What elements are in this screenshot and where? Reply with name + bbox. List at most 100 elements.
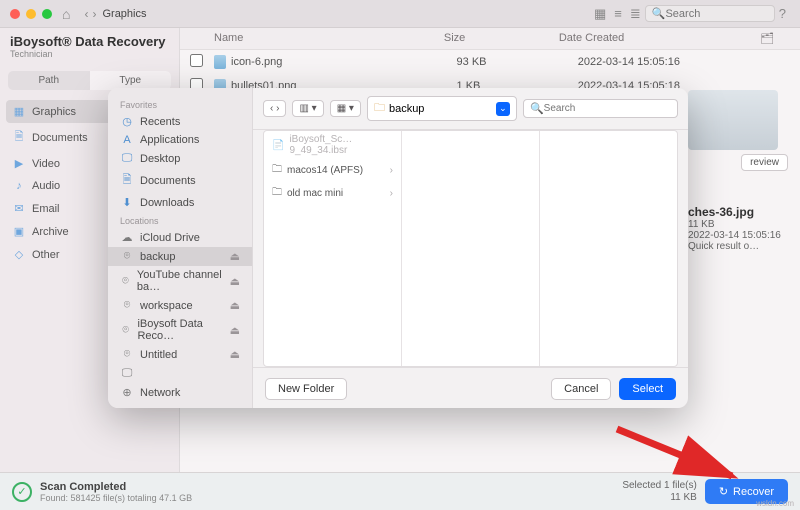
sidebar-item[interactable]: ⌾ YouTube channel ba… ⏏ (108, 266, 252, 296)
sheet-main: ‹ › ▥ ▾ ▦ ▾ 🗀 backup ⌄ 🔍 📄 iBoysoft_Sc…9… (253, 88, 688, 408)
section-favorites: Favorites (108, 96, 252, 112)
sidebar-item-icon: ⌾ (120, 275, 131, 288)
column-pane-2[interactable] (402, 131, 540, 366)
preview-filename: ches-36.jpg (688, 205, 788, 219)
preview-button[interactable]: review (741, 154, 788, 171)
sidebar-item-icon: 🖵 (120, 152, 134, 165)
selection-summary: Selected 1 file(s) 11 KB (622, 480, 696, 504)
nav-arrows: ‹ › (84, 7, 96, 21)
sidebar-item-label: Recents (140, 116, 180, 128)
folder-icon: 🗀 (272, 162, 282, 179)
column-pane-3[interactable] (540, 131, 677, 366)
eject-icon[interactable]: ⏏ (230, 324, 240, 337)
sidebar-item-icon: ⌾ (120, 348, 134, 361)
sidebar-item[interactable]: ⌾ workspace ⏏ (108, 296, 252, 315)
sidebar-item[interactable]: ☁ iCloud Drive (108, 228, 252, 247)
category-label: Video (32, 158, 60, 170)
minimize-window[interactable] (26, 9, 36, 19)
search-icon: 🔍 (530, 102, 544, 115)
category-icon: ◇ (12, 248, 26, 261)
eject-icon[interactable]: ⏏ (230, 348, 240, 361)
col-name[interactable]: Name (214, 32, 444, 45)
fwd-button[interactable]: › (92, 7, 96, 21)
select-button[interactable]: Select (619, 378, 676, 400)
sheet-folder-picker[interactable]: 🗀 backup ⌄ (367, 96, 517, 121)
favorites-list: ◷ Recents A Applications 🖵 Desktop 🗎 Doc… (108, 112, 252, 212)
section-locations: Locations (108, 212, 252, 228)
file-icon (214, 55, 226, 69)
sheet-group-by[interactable]: ▦ ▾ (330, 100, 361, 117)
sel-line1: Selected 1 file(s) (622, 480, 696, 492)
sidebar-item-icon: ⌾ (120, 324, 131, 337)
file-icon: 📄 (272, 140, 284, 151)
sidebar-item-icon: ◷ (120, 115, 134, 128)
sidebar-item-icon: A (120, 134, 134, 146)
back-button[interactable]: ‹ (84, 7, 88, 21)
file-row[interactable]: icon-6.png 93 KB 2022-03-14 15:05:16 (180, 50, 800, 74)
file-name: icon-6.png (231, 56, 282, 68)
category-icon: ▶ (12, 157, 26, 170)
eject-icon[interactable]: ⏏ (230, 299, 240, 312)
column-item[interactable]: 🗀 macos14 (APFS) › (264, 159, 401, 182)
sidebar-item[interactable]: A Applications (108, 131, 252, 149)
sheet-nav-back[interactable]: ‹ › (263, 100, 286, 117)
sel-line2: 11 KB (622, 492, 696, 504)
tab-path[interactable]: Path (8, 71, 90, 90)
sidebar-item[interactable]: 🖵 (108, 364, 252, 383)
watermark: wsldn.com (756, 499, 794, 508)
scan-detail: Found: 581425 file(s) totaling 47.1 GB (40, 493, 192, 503)
column-item[interactable]: 📄 iBoysoft_Sc…9_49_34.ibsr (264, 131, 401, 159)
brand-title: iBoysoft® Data Recovery (10, 34, 169, 49)
sheet-search[interactable]: 🔍 (523, 99, 678, 118)
list-view-icon[interactable]: ≡ (614, 6, 622, 21)
sidebar-item-icon: ⊕ (120, 386, 134, 399)
sheet-search-input[interactable] (544, 103, 671, 114)
sidebar-item-label: backup (140, 251, 175, 263)
sidebar-item[interactable]: 🖵 Desktop (108, 149, 252, 168)
recover-icon: ↻ (719, 485, 728, 498)
category-icon: ▣ (12, 225, 26, 238)
titlebar: ⌂ ‹ › Graphics ▦ ≡ ≣ 🔍 ? (0, 0, 800, 28)
preview-panel: review ches-36.jpg 11 KB 2022-03-14 15:0… (688, 90, 788, 252)
sheet-folder-name: backup (389, 103, 424, 115)
breadcrumb: Graphics (102, 8, 146, 20)
category-label: Graphics (32, 106, 76, 118)
new-folder-button[interactable]: New Folder (265, 378, 347, 400)
category-icon: 🗎 (12, 128, 26, 147)
sidebar-item[interactable]: ⌾ backup ⏏ (108, 247, 252, 266)
status-bar: ✓ Scan Completed Found: 581425 file(s) t… (0, 472, 800, 510)
sidebar-item[interactable]: ◷ Recents (108, 112, 252, 131)
filter-icon[interactable]: ≣ (630, 6, 641, 22)
zoom-window[interactable] (42, 9, 52, 19)
sidebar-item-label: Desktop (140, 153, 180, 165)
preview-note: Quick result o… (688, 241, 788, 252)
sidebar-item[interactable]: ⌾ iBoysoft Data Reco… ⏏ (108, 315, 252, 345)
col-extra-icon[interactable]: 🗂 (760, 32, 790, 45)
sidebar-item-icon: ⌾ (120, 250, 134, 263)
col-size[interactable]: Size (444, 32, 559, 45)
preview-thumbnail (688, 90, 778, 150)
sheet-view-columns[interactable]: ▥ ▾ (292, 100, 323, 117)
close-window[interactable] (10, 9, 20, 19)
eject-icon[interactable]: ⏏ (230, 275, 240, 288)
column-pane-1[interactable]: 📄 iBoysoft_Sc…9_49_34.ibsr 🗀 macos14 (AP… (264, 131, 402, 366)
category-label: Other (32, 249, 60, 261)
sidebar-item[interactable]: ⌾ Untitled ⏏ (108, 345, 252, 364)
sidebar-item[interactable]: ⬇ Downloads (108, 193, 252, 212)
home-icon[interactable]: ⌂ (62, 6, 70, 22)
app-search[interactable]: 🔍 (645, 5, 775, 22)
eject-icon[interactable]: ⏏ (230, 250, 240, 263)
help-icon[interactable]: ? (779, 6, 786, 21)
brand-block: iBoysoft® Data Recovery Technician (0, 34, 179, 63)
column-item[interactable]: 🗀 old mac mini › (264, 182, 401, 205)
grid-view-icon[interactable]: ▦ (594, 6, 606, 22)
cancel-button[interactable]: Cancel (551, 378, 611, 400)
col-date[interactable]: Date Created (559, 32, 760, 45)
sidebar-item-label: iCloud Drive (140, 232, 200, 244)
preview-date: 2022-03-14 15:05:16 (688, 230, 788, 241)
sidebar-item[interactable]: 🗎 Documents (108, 168, 252, 193)
sidebar-item[interactable]: ⊕ Network (108, 383, 252, 402)
file-date: 2022-03-14 15:05:16 (578, 56, 790, 68)
app-search-input[interactable] (665, 8, 765, 20)
row-checkbox[interactable] (190, 54, 203, 67)
